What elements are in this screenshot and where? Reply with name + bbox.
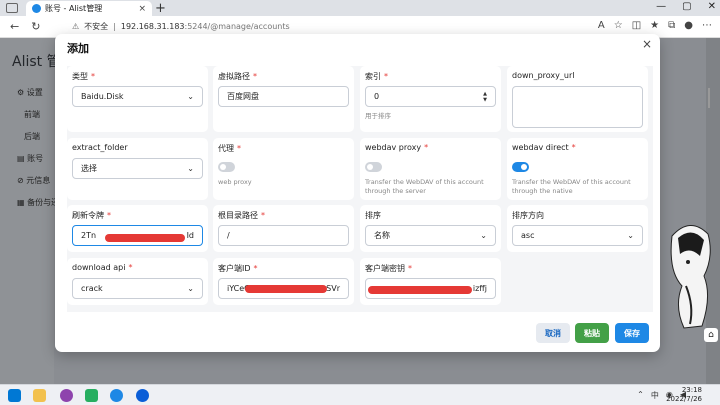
chevron-up-icon[interactable]: ⌃ <box>637 390 644 401</box>
field-virtual-path: 虚拟路径 * 百度网盘 <box>213 66 354 132</box>
proxy-help: web proxy <box>218 178 252 186</box>
field-type: 类型 * Baidu.Disk ⌄ <box>67 66 208 132</box>
number-spinner-icon[interactable]: ▲ ▼ <box>483 91 487 103</box>
url-field[interactable]: ⚠ 不安全 | 192.168.31.183:5244/@manage/acco… <box>72 21 290 32</box>
index-number-input[interactable]: 0 ▲ ▼ <box>365 86 496 107</box>
app-drop-icon[interactable] <box>60 389 73 402</box>
webdav-direct-toggle[interactable] <box>512 162 529 172</box>
ime-icon[interactable]: 中 <box>651 390 659 401</box>
bookmark-star-icon[interactable]: ☆ <box>614 20 623 31</box>
redaction-mark <box>245 285 327 293</box>
browser-tab-bar: 账号 - Alist管理 × + — ▢ ✕ <box>0 0 720 16</box>
browser-toolbar: A ☆ ◫ ★ ⧉ ● ⋯ <box>598 20 712 31</box>
tab-close-icon[interactable]: × <box>138 4 146 14</box>
file-explorer-icon[interactable] <box>33 389 46 402</box>
url-path: :5244/@manage/accounts <box>184 22 290 31</box>
url-host: 192.168.31.183 <box>120 22 185 31</box>
close-icon[interactable]: × <box>642 37 652 51</box>
more-menu-icon[interactable]: ⋯ <box>702 20 712 31</box>
sidebar-item-backup[interactable]: ▦ 备份与还 <box>0 192 59 214</box>
taskbar: ⌃ 中 ◉ ◀ 23:18 2022/7/26 <box>0 384 720 405</box>
field-index: 索引 * 0 ▲ ▼ 用于排序 <box>360 66 501 132</box>
chevron-down-icon: ⌄ <box>187 284 194 293</box>
sidebar-item-settings[interactable]: ⚙ 设置 <box>0 82 59 104</box>
nav-buttons: ← ↻ <box>0 20 72 33</box>
split-screen-icon[interactable]: ◫ <box>632 20 641 31</box>
browser-tab[interactable]: 账号 - Alist管理 × <box>26 1 152 16</box>
order-direction-select[interactable]: asc ⌄ <box>512 225 643 246</box>
sidebar-item-frontend[interactable]: 前端 <box>0 104 59 126</box>
field-refresh-token: 刷新令牌 * 2Tn Id <box>67 205 208 252</box>
sidebar-item-accounts[interactable]: ▤ 账号 <box>0 148 59 170</box>
alist-favicon-icon <box>32 4 41 13</box>
field-down-proxy-url: down_proxy_url <box>507 66 648 132</box>
type-select[interactable]: Baidu.Disk ⌄ <box>72 86 203 107</box>
back-icon[interactable]: ← <box>10 20 19 33</box>
proxy-toggle[interactable] <box>218 162 235 172</box>
collections-icon[interactable]: ⧉ <box>668 20 675 31</box>
field-order-direction: 排序方向 asc ⌄ <box>507 205 648 252</box>
webdav-proxy-help: Transfer the WebDAV of this account thro… <box>365 178 484 195</box>
tab-title: 账号 - Alist管理 <box>45 4 103 13</box>
taskbar-clock[interactable]: 23:18 2022/7/26 <box>666 386 702 404</box>
sidebar: Alist 管 ⚙ 设置 前端 后端 ▤ 账号 ⊘ 元信息 ▦ 备份与还 <box>0 38 61 384</box>
window-icon[interactable] <box>6 3 18 13</box>
warning-icon: ⚠ <box>72 22 80 31</box>
edge-browser-icon[interactable] <box>110 389 123 402</box>
form-grid: 类型 * Baidu.Disk ⌄ 虚拟路径 * 百度网盘 索引 * 0 ▲ ▼ 用于排序 … <box>67 66 653 312</box>
window-controls: — ▢ ✕ <box>656 1 716 12</box>
sidebar-menu: ⚙ 设置 前端 后端 ▤ 账号 ⊘ 元信息 ▦ 备份与还 <box>0 82 59 214</box>
field-client-secret: 客户端密钥 * izffj <box>360 258 501 305</box>
index-help: 用于排序 <box>365 112 391 120</box>
redaction-mark <box>105 234 185 242</box>
favorites-icon[interactable]: ★ <box>650 20 659 31</box>
security-label: 不安全 <box>84 22 109 31</box>
save-button[interactable]: 保存 <box>615 323 649 343</box>
home-icon[interactable]: ⌂ <box>704 328 718 342</box>
extract-folder-select[interactable]: 选择 ⌄ <box>72 158 203 179</box>
minimize-icon[interactable]: — <box>656 1 666 12</box>
root-path-input[interactable]: / <box>218 225 349 246</box>
field-client-id: 客户端ID * iYCeC SVr <box>213 258 354 305</box>
webdav-proxy-toggle[interactable] <box>365 162 382 172</box>
cancel-button[interactable]: 取消 <box>536 323 570 343</box>
chevron-down-icon: ⌄ <box>187 164 194 173</box>
reload-icon[interactable]: ↻ <box>31 20 40 33</box>
app-brand: Alist 管 <box>12 54 61 70</box>
down-proxy-url-textarea[interactable] <box>512 86 643 128</box>
sidebar-item-meta[interactable]: ⊘ 元信息 <box>0 170 59 192</box>
field-webdav-direct: webdav direct * Transfer the WebDAV of th… <box>507 138 648 200</box>
virtual-path-input[interactable]: 百度网盘 <box>218 86 349 107</box>
start-icon[interactable] <box>8 389 21 402</box>
read-aloud-icon[interactable]: A <box>598 20 605 31</box>
chevron-down-icon: ⌄ <box>480 231 487 240</box>
add-account-modal: 添加 × 类型 * Baidu.Disk ⌄ 虚拟路径 * 百度网盘 索引 * 0 ▲ ▼ … <box>55 34 660 352</box>
field-webdav-proxy: webdav proxy * Transfer the WebDAV of thi… <box>360 138 501 200</box>
paste-button[interactable]: 粘贴 <box>575 323 609 343</box>
field-order-by: 排序 名称 ⌄ <box>360 205 501 252</box>
redaction-mark <box>368 286 472 294</box>
chevron-down-icon: ⌄ <box>627 231 634 240</box>
field-proxy: 代理 * web proxy <box>213 138 354 200</box>
download-api-select[interactable]: crack ⌄ <box>72 278 203 299</box>
webdav-direct-help: Transfer the WebDAV of this account thro… <box>512 178 631 195</box>
modal-title: 添加 <box>67 42 89 55</box>
maximize-icon[interactable]: ▢ <box>682 1 691 12</box>
window-close-icon[interactable]: ✕ <box>708 1 716 12</box>
profile-icon[interactable]: ● <box>684 20 693 31</box>
field-root-path: 根目录路径 * / <box>213 205 354 252</box>
order-by-select[interactable]: 名称 ⌄ <box>365 225 496 246</box>
field-extract-folder: extract_folder 选择 ⌄ <box>67 138 208 200</box>
app-green-icon[interactable] <box>85 389 98 402</box>
chevron-down-icon: ⌄ <box>187 92 194 101</box>
decorative-character-image <box>670 225 711 329</box>
browser-alt-icon[interactable] <box>136 389 149 402</box>
scrollbar-handle[interactable] <box>708 88 710 108</box>
new-tab-button[interactable]: + <box>155 1 166 16</box>
field-download-api: download api * crack ⌄ <box>67 258 208 305</box>
sidebar-item-backend[interactable]: 后端 <box>0 126 59 148</box>
